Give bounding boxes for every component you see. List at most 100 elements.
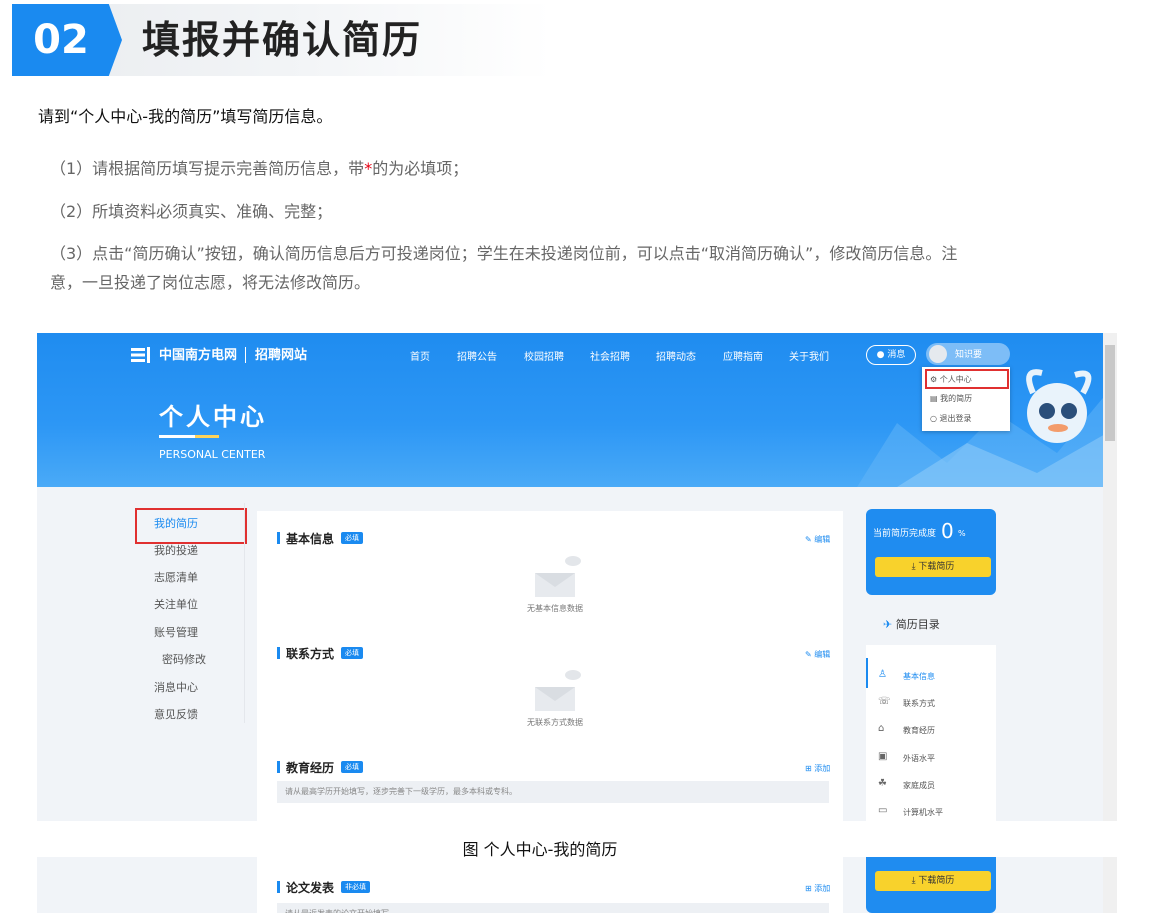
section-title-education: 教育经历 xyxy=(286,761,335,775)
toc-title-text: 简历目录 xyxy=(895,618,940,631)
language-icon: ▣ xyxy=(878,751,888,762)
download-icon: ⤓ xyxy=(911,876,916,886)
edit-contact-button[interactable]: ✎ 编辑 xyxy=(805,649,830,660)
monitor-icon: ▭ xyxy=(878,805,888,816)
family-icon: ☘ xyxy=(878,778,887,789)
section-marker xyxy=(277,881,280,893)
logo-text[interactable]: 中国南方电网 xyxy=(159,344,237,363)
sidebar-item-messages[interactable]: 消息中心 xyxy=(154,679,198,695)
plus-icon: ⊞ xyxy=(805,764,812,773)
toc-item-language[interactable]: 外语水平 xyxy=(903,753,935,764)
pencil-icon: ✎ xyxy=(805,535,812,544)
title-underline-accent xyxy=(195,435,219,438)
toc-title: ✈ 简历目录 xyxy=(883,616,940,632)
sidebar-item-wishlist[interactable]: 志愿清单 xyxy=(154,569,198,585)
toc-item-education[interactable]: 教育经历 xyxy=(903,725,935,736)
pencil-icon: ✎ xyxy=(805,650,812,659)
nav-about[interactable]: 关于我们 xyxy=(789,348,829,363)
sidebar-item-password[interactable]: 密码修改 xyxy=(162,651,206,667)
toc-item-computer[interactable]: 计算机水平 xyxy=(903,807,943,818)
dropdown-my-resume[interactable]: ▤ 我的简历 xyxy=(930,393,972,404)
download-resume-button[interactable]: ⤓ 下载简历 xyxy=(875,871,991,891)
required-tag: 必填 xyxy=(341,647,363,659)
personal-center-screenshot: 中国南方电网 招聘网站 首页 招聘公告 校园招聘 社会招聘 招聘动态 应聘指南 … xyxy=(37,333,1117,821)
edit-basic-button[interactable]: ✎ 编辑 xyxy=(805,534,830,545)
add-education-label: 添加 xyxy=(814,764,831,773)
optional-tag: 非必填 xyxy=(341,881,370,893)
completion-label: 当前简历完成度 xyxy=(873,529,937,539)
page-subtitle: PERSONAL CENTER xyxy=(159,448,266,461)
page-title: 个人中心 xyxy=(159,403,267,431)
resume-main-panel: 基本信息 必填 ✎ 编辑 无基本信息数据 联系方式 必填 ✎ 编辑 无联系方式数… xyxy=(257,511,843,821)
add-education-button[interactable]: ⊞ 添加 xyxy=(805,763,830,774)
nav-home[interactable]: 首页 xyxy=(410,348,430,363)
toc-item-family[interactable]: 家庭成员 xyxy=(903,780,935,791)
education-hint: 请从最高学历开始填写，逐步完善下一级学历，最多本科或专科。 xyxy=(277,781,829,803)
section-title-contact: 联系方式 xyxy=(286,647,335,661)
section-marker xyxy=(277,647,280,659)
plus-icon: ⊞ xyxy=(805,884,812,893)
sidebar-item-my-applications[interactable]: 我的投递 xyxy=(154,542,198,558)
message-button[interactable]: ● 消息 xyxy=(866,345,916,365)
completion-unit: % xyxy=(958,529,966,538)
download-resume-button[interactable]: ⤓ 下载简历 xyxy=(875,557,991,577)
required-tag: 必填 xyxy=(341,532,363,544)
toc-active-marker xyxy=(866,658,868,688)
message-label: 消息 xyxy=(887,350,906,360)
empty-basic-text: 无基本信息数据 xyxy=(527,604,583,613)
instruction-item-3-line1: （3）点击“简历确认”按钮，确认简历信息后方可投递岗位；学生在未投递岗位前，可以… xyxy=(50,244,958,263)
logo-separator xyxy=(245,347,246,363)
dropdown-logout-label: 退出登录 xyxy=(939,414,972,423)
nav-social-recruit[interactable]: 社会招聘 xyxy=(590,348,630,363)
sidebar-item-account[interactable]: 账号管理 xyxy=(154,624,198,640)
document-icon: ▤ xyxy=(930,394,938,403)
completion-card xyxy=(866,509,996,595)
user-icon: ♙ xyxy=(878,669,887,680)
graduation-cap-icon: ⌂ xyxy=(878,723,885,734)
required-tag: 必填 xyxy=(341,761,363,773)
nav-announcements[interactable]: 招聘公告 xyxy=(457,348,497,363)
download-resume-label: 下载简历 xyxy=(918,562,955,572)
toc-item-basic[interactable]: 基本信息 xyxy=(903,671,935,682)
highlight-box-sidebar xyxy=(135,508,247,544)
papers-hint: 请从最近发表的论文开始填写。 xyxy=(277,903,829,913)
toc-item-contact[interactable]: 联系方式 xyxy=(903,698,935,709)
section-title-papers: 论文发表 xyxy=(286,881,335,895)
empty-contact-text: 无联系方式数据 xyxy=(527,718,583,727)
nav-campus-recruit[interactable]: 校园招聘 xyxy=(524,348,564,363)
bell-icon: ● xyxy=(876,350,885,360)
download-resume-label: 下载简历 xyxy=(918,876,955,886)
power-icon: ○ xyxy=(930,414,937,423)
sidebar-item-feedback[interactable]: 意见反馈 xyxy=(154,706,198,722)
empty-inbox-icon xyxy=(535,670,581,711)
instruction-item-1: （1）请根据简历填写提示完善简历信息，带*的为必填项； xyxy=(50,154,468,184)
logo-subtitle: 招聘网站 xyxy=(255,348,308,363)
section-title-basic: 基本信息 xyxy=(286,532,335,546)
avatar[interactable] xyxy=(929,345,947,363)
step-number: 02 xyxy=(33,17,89,63)
scrollbar[interactable] xyxy=(1103,857,1117,913)
user-name[interactable]: 知识要 xyxy=(955,347,982,360)
phone-icon: ☏ xyxy=(878,696,891,707)
empty-inbox-icon xyxy=(535,556,581,597)
sidebar-divider xyxy=(244,503,245,723)
instruction-1-text: （1）请根据简历填写提示完善简历信息，带 xyxy=(50,159,365,178)
resume-screenshot-continued: 论文发表 非必填 ⊞ 添加 请从最近发表的论文开始填写。 ⤓ 下载简历 xyxy=(37,857,1117,913)
completion-value: 0 xyxy=(941,519,954,543)
section-marker xyxy=(277,532,280,544)
nav-news[interactable]: 招聘动态 xyxy=(656,348,696,363)
instruction-1-text-end: 的为必填项； xyxy=(372,159,469,178)
nav-guide[interactable]: 应聘指南 xyxy=(723,348,763,363)
add-paper-button[interactable]: ⊞ 添加 xyxy=(805,883,830,894)
dropdown-my-resume-label: 我的简历 xyxy=(940,394,973,403)
instruction-item-3-line2: 意，一旦投递了岗位志愿，将无法修改简历。 xyxy=(50,273,371,292)
sidebar-item-followed-units[interactable]: 关注单位 xyxy=(154,596,198,612)
required-star: * xyxy=(364,159,373,178)
step-title: 填报并确认简历 xyxy=(142,18,423,62)
plane-icon: ✈ xyxy=(883,618,893,631)
add-paper-label: 添加 xyxy=(814,884,831,893)
dropdown-logout[interactable]: ○ 退出登录 xyxy=(930,413,972,424)
edit-basic-label: 编辑 xyxy=(814,535,831,544)
scrollbar-thumb[interactable] xyxy=(1105,345,1115,441)
section-marker xyxy=(277,761,280,773)
